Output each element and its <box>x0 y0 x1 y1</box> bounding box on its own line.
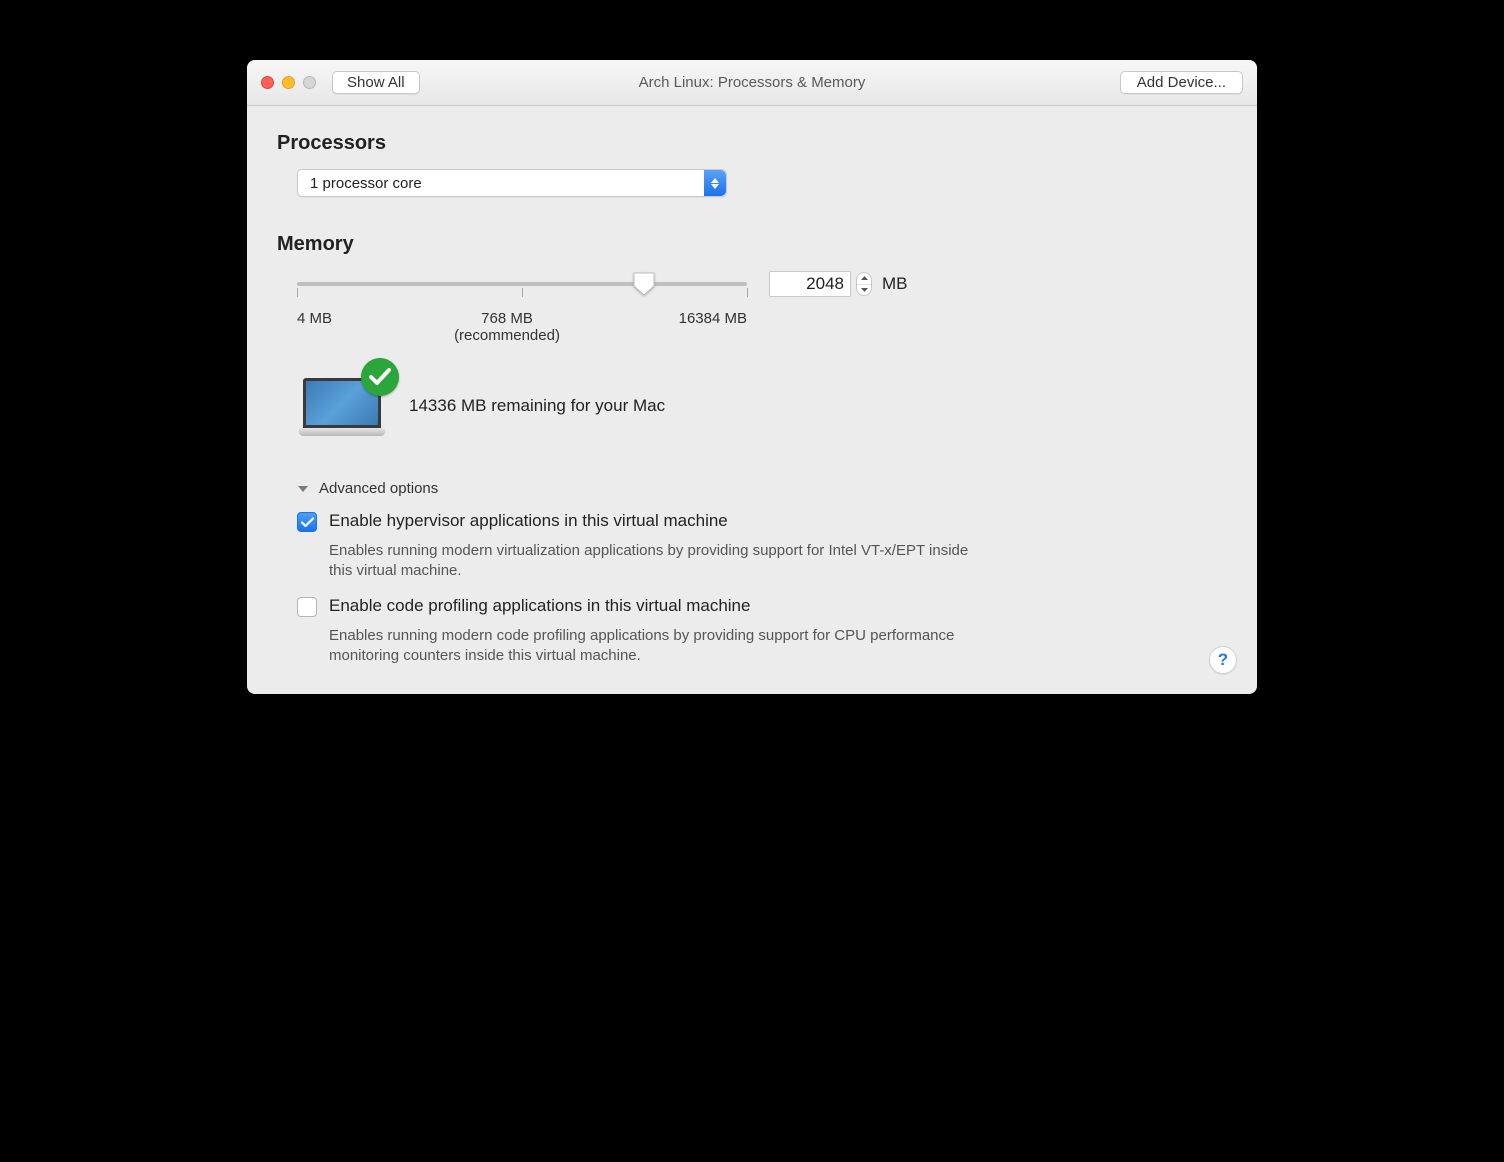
hypervisor-checkbox[interactable] <box>297 512 317 532</box>
traffic-lights <box>261 76 316 89</box>
memory-slider[interactable] <box>297 270 747 298</box>
settings-window: Show All Arch Linux: Processors & Memory… <box>247 60 1257 694</box>
checkmark-badge-icon <box>361 358 399 396</box>
slider-max-label: 16384 MB <box>627 310 747 344</box>
mac-ok-icon <box>297 372 387 440</box>
memory-input[interactable] <box>769 271 851 297</box>
help-button[interactable]: ? <box>1209 646 1237 674</box>
slider-mid-label: 768 MB <box>387 310 627 327</box>
memory-heading: Memory <box>277 233 1227 256</box>
show-all-button[interactable]: Show All <box>332 71 420 94</box>
processor-cores-select[interactable]: 1 processor core <box>297 169 727 197</box>
hypervisor-label: Enable hypervisor applications in this v… <box>329 511 1207 531</box>
add-device-button[interactable]: Add Device... <box>1120 71 1243 94</box>
advanced-disclosure[interactable]: Advanced options <box>297 480 1207 497</box>
slider-mid-sublabel: (recommended) <box>387 327 627 344</box>
chevron-down-icon <box>297 483 309 495</box>
content-area: Processors 1 processor core Memory <box>247 106 1257 694</box>
close-icon[interactable] <box>261 76 274 89</box>
zoom-icon <box>303 76 316 89</box>
slider-thumb-icon[interactable] <box>633 272 655 296</box>
profiling-description: Enables running modern code profiling ap… <box>329 626 989 667</box>
minimize-icon[interactable] <box>282 76 295 89</box>
profiling-checkbox[interactable] <box>297 597 317 617</box>
slider-min-label: 4 MB <box>297 310 387 344</box>
processor-cores-value: 1 processor core <box>298 175 704 192</box>
slider-labels: 4 MB 768 MB (recommended) 16384 MB <box>297 310 747 344</box>
advanced-heading: Advanced options <box>319 480 438 497</box>
memory-stepper[interactable] <box>856 272 872 296</box>
stepper-up-icon[interactable] <box>857 273 871 285</box>
stepper-down-icon[interactable] <box>857 285 871 296</box>
hypervisor-description: Enables running modern virtualization ap… <box>329 541 989 582</box>
memory-unit-label: MB <box>882 274 908 294</box>
processors-heading: Processors <box>277 132 1227 155</box>
titlebar: Show All Arch Linux: Processors & Memory… <box>247 60 1257 106</box>
updown-icon <box>704 170 726 196</box>
profiling-label: Enable code profiling applications in th… <box>329 596 1207 616</box>
memory-remaining-text: 14336 MB remaining for your Mac <box>409 396 665 416</box>
